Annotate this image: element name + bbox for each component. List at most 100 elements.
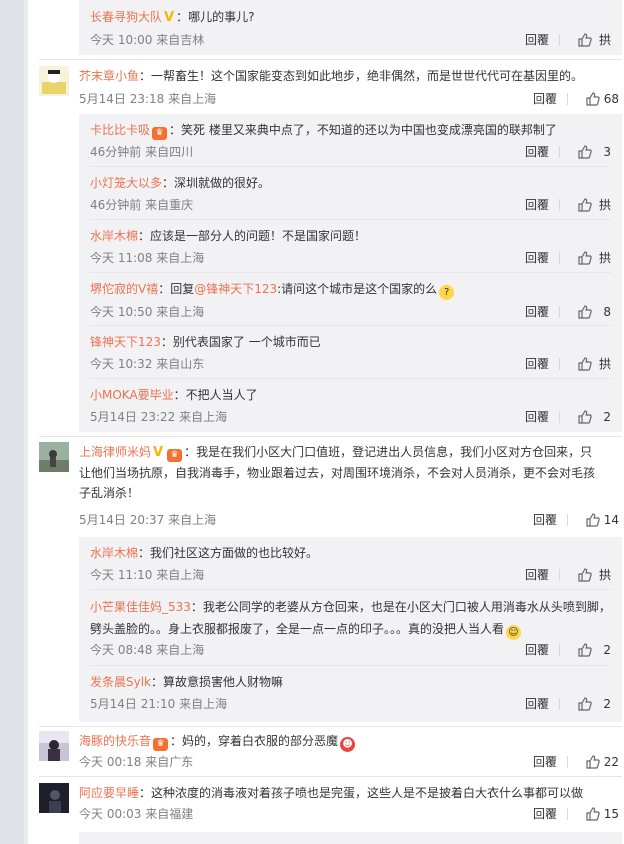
username-link[interactable]: 海豚的快乐音 [79,734,151,748]
avatar[interactable] [39,442,69,472]
reply-item: 小MOKA要毕业：不把人当人了 5月14日 23:22 来自上海 回覆 2 [90,385,611,427]
like-count: 14 [603,513,619,527]
reply-item: 发条晨Sylk：算故意损害他人财物嘛 5月14日 21:10 来自上海 回覆 2 [90,672,611,714]
reply-block [79,832,622,844]
like-count: 2 [603,697,611,711]
divider [567,808,568,820]
timestamp: 今天 10:50 来自上海 [90,305,205,319]
timestamp: 5月14日 20:37 来自上海 [79,513,217,527]
reply-text: :请问这个城市是这个国家的么 [277,282,438,296]
comment-list: 长春寻狗大队 V ：哪儿的事儿? 今天 10:00 来自吉林 回覆 拱 芥末章小鱼：… [24,0,624,844]
reply-button[interactable]: 回覆 [525,640,549,660]
username-link[interactable]: 阿应要早睡 [79,786,139,800]
reply-button[interactable]: 回覆 [525,30,549,50]
divider [90,219,611,220]
thumbs-up-icon[interactable] [577,32,593,48]
username-link[interactable]: 长春寻狗大队 [90,10,162,24]
avatar[interactable] [39,731,69,761]
thumbs-up-icon[interactable] [577,642,593,658]
like-count: 2 [603,410,611,424]
thumbs-up-icon[interactable] [577,304,593,320]
username-link[interactable]: 水岸木棉 [90,546,138,560]
reply-item: 小芒果佳佳妈_533：我老公同学的老婆从方仓回来，也是在小区大门口被人用消毒水从… [90,596,611,660]
reply-button[interactable]: 回覆 [525,565,549,585]
username-link[interactable]: 小灯笼大以多 [90,176,162,190]
crown-badge-icon: ♛ [152,127,168,140]
like-count: 68 [603,92,619,106]
comment-text: ：妈的，穿着白衣服的部分恶魔 [170,734,339,748]
divider [559,358,560,370]
reply-text: ：笑死 楼里又来典中点了，不知道的还以为中国也变成漂亮国的联邦制了 [169,123,557,137]
reply-text: ：应该是一部分人的问题！不是国家问题！ [138,229,367,243]
username-link[interactable]: 小MOKA要毕业 [90,388,174,402]
avatar[interactable] [39,66,69,96]
thumbs-up-icon[interactable] [585,806,601,822]
reply-button[interactable]: 回覆 [525,195,549,215]
divider [39,436,622,437]
reply-button[interactable]: 回覆 [525,302,549,322]
timestamp: 今天 11:08 来自上海 [90,251,205,265]
thumbs-up-icon[interactable] [577,250,593,266]
username-link[interactable]: 卡比比卡吸 [90,123,150,137]
thumbs-up-icon[interactable] [577,144,593,160]
verified-badge-icon: V [153,445,164,460]
thumbs-up-icon[interactable] [585,512,601,528]
username-link[interactable]: 上海律师米妈 [79,445,151,459]
like-count: 8 [603,305,611,319]
reply-item: 锋神天下123：别代表国家了 一个城市而已 今天 10:32 来自山东 回覆 拱 [90,332,611,374]
reply-button[interactable]: 回覆 [525,354,549,374]
reply-item: 堺佗寂的V禧：回复@锋神天下123:请问这个城市是这个国家的么? 今天 10:5… [90,279,611,322]
left-edge [24,0,28,844]
reply-button[interactable]: 回覆 [533,89,557,109]
avatar[interactable] [39,783,69,813]
divider [39,726,622,727]
thumbs-up-icon[interactable] [577,567,593,583]
reply-item: 长春寻狗大队 V ：哪儿的事儿? 今天 10:00 来自吉林 回覆 拱 [90,7,611,50]
thumbs-up-icon[interactable] [577,356,593,372]
reply-block: 卡比比卡吸 ♛ ：笑死 楼里又来典中点了，不知道的还以为中国也变成漂亮国的联邦制了 … [79,114,622,432]
comment-text: ：一帮畜生！这个国家能变态到如此地步，绝非偶然，而是世世代代可在基因里的。 [139,69,584,83]
reply-text: ：算故意损害他人财物嘛 [151,675,284,689]
reply-button[interactable]: 回覆 [533,510,557,530]
divider [559,199,560,211]
reply-button[interactable]: 回覆 [525,694,549,714]
thumbs-up-icon[interactable] [585,91,601,107]
username-link[interactable]: 小芒果佳佳妈_533 [90,600,191,614]
username-link[interactable]: 堺佗寂的V禧 [90,282,158,296]
like-count: 22 [603,755,619,769]
reply-item: 水岸木棉：我们社区这方面做的也比较好。 今天 11:10 来自上海 回覆 拱 [90,543,611,585]
divider [90,378,611,379]
timestamp: 46分钟前 来自重庆 [90,198,194,212]
reply-button[interactable]: 回覆 [525,407,549,427]
divider [559,411,560,423]
reply-button[interactable]: 回覆 [533,752,557,772]
divider [567,756,568,768]
thumbs-up-icon[interactable] [577,696,593,712]
divider [559,34,560,46]
divider [559,306,560,318]
username-link[interactable]: 发条晨Sylk [90,675,151,689]
divider [39,776,622,777]
crown-badge-icon: ♛ [153,738,169,751]
divider [90,325,611,326]
mention-link[interactable]: @锋神天下123 [194,282,277,296]
reply-text: ：哪儿的事儿? [176,10,255,24]
reply-button[interactable]: 回覆 [533,804,557,824]
timestamp: 5月14日 23:18 来自上海 [79,92,217,106]
reply-block: 水岸木棉：我们社区这方面做的也比较好。 今天 11:10 来自上海 回覆 拱 小… [79,537,622,722]
reply-button[interactable]: 回覆 [525,248,549,268]
divider [559,146,560,158]
thumbs-up-icon[interactable] [577,409,593,425]
thumbs-up-icon[interactable] [577,197,593,213]
divider [39,59,622,60]
like-count: 3 [603,145,611,159]
username-link[interactable]: 锋神天下123 [90,335,161,349]
username-link[interactable]: 芥末章小鱼 [79,69,139,83]
divider [90,665,611,666]
username-link[interactable]: 水岸木棉 [90,229,138,243]
devil-emoji-icon: ☻ [340,737,356,752]
reply-button[interactable]: 回覆 [525,142,549,162]
comment-text: ：这种浓度的消毒液对着孩子喷也是完蛋，这些人是不是披着白大衣什么事都可以做 [139,786,584,800]
reply-item: 水岸木棉：应该是一部分人的问题！不是国家问题！ 今天 11:08 来自上海 回覆… [90,226,611,268]
thumbs-up-icon[interactable] [585,754,601,770]
